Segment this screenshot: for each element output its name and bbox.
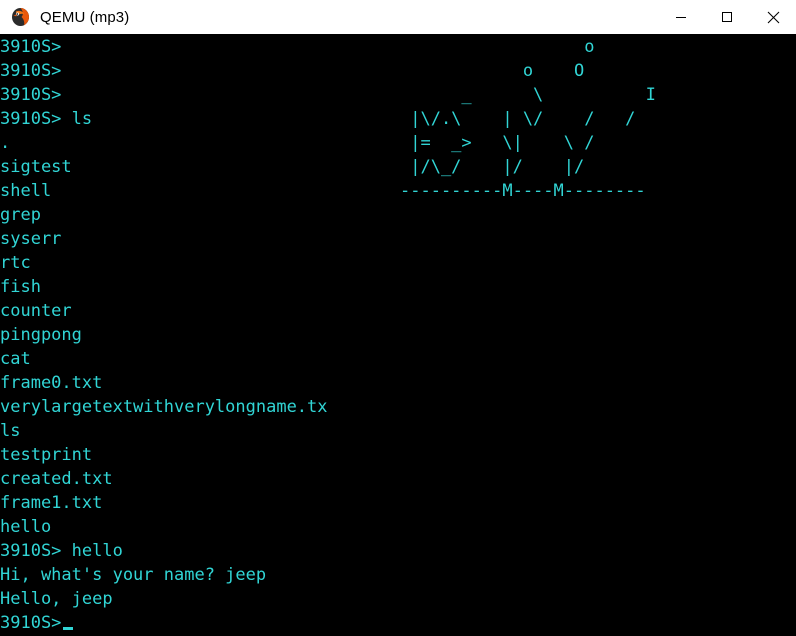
minimize-icon (676, 17, 686, 18)
terminal-line: 3910S> (0, 611, 796, 635)
terminal-line: ls (0, 421, 21, 441)
terminal-line: 3910S> (0, 61, 62, 81)
close-button[interactable] (750, 0, 796, 34)
terminal-line: 3910S> (0, 85, 62, 105)
terminal-line: pingpong (0, 325, 82, 345)
terminal-line: frame1.txt (0, 493, 103, 513)
window-title: QEMU (mp3) (40, 8, 130, 26)
terminal-line: syserr (0, 229, 62, 249)
qemu-logo-icon (10, 6, 32, 28)
terminal-line: Hello, jeep (0, 589, 113, 609)
terminal-line: shell (0, 181, 52, 201)
terminal-line: testprint (0, 445, 93, 465)
minimize-button[interactable] (658, 0, 704, 34)
terminal-line: 3910S> ls (0, 109, 93, 129)
window-controls (658, 0, 796, 34)
terminal-text-grid: 3910S> 3910S> 3910S> 3910S> ls. sigtest shell… (0, 35, 796, 635)
maximize-icon (722, 12, 732, 22)
maximize-button[interactable] (704, 0, 750, 34)
terminal-line: fish (0, 277, 41, 297)
terminal-line: verylargetextwithverylongname.tx (0, 397, 328, 417)
terminal-line: cat (0, 349, 31, 369)
terminal-line: created.txt (0, 469, 113, 489)
terminal-line: 3910S> (0, 37, 62, 57)
terminal-line: hello (0, 517, 52, 537)
qemu-terminal-display[interactable]: 3910S> 3910S> 3910S> 3910S> ls. sigtest shell… (0, 35, 796, 636)
terminal-line: Hi, what's your name? jeep (0, 565, 267, 585)
terminal-line: . (0, 133, 11, 153)
terminal-cursor (63, 627, 74, 630)
terminal-line: grep (0, 205, 41, 225)
terminal-line: sigtest (0, 157, 72, 177)
title-bar: QEMU (mp3) (0, 0, 796, 35)
terminal-line: rtc (0, 253, 31, 273)
close-icon (767, 11, 779, 23)
qemu-window: QEMU (mp3) 3910S> 3910S> 3910S> 3910S> l… (0, 0, 796, 636)
terminal-line: 3910S> hello (0, 541, 123, 561)
terminal-line: frame0.txt (0, 373, 103, 393)
terminal-line: counter (0, 301, 72, 321)
